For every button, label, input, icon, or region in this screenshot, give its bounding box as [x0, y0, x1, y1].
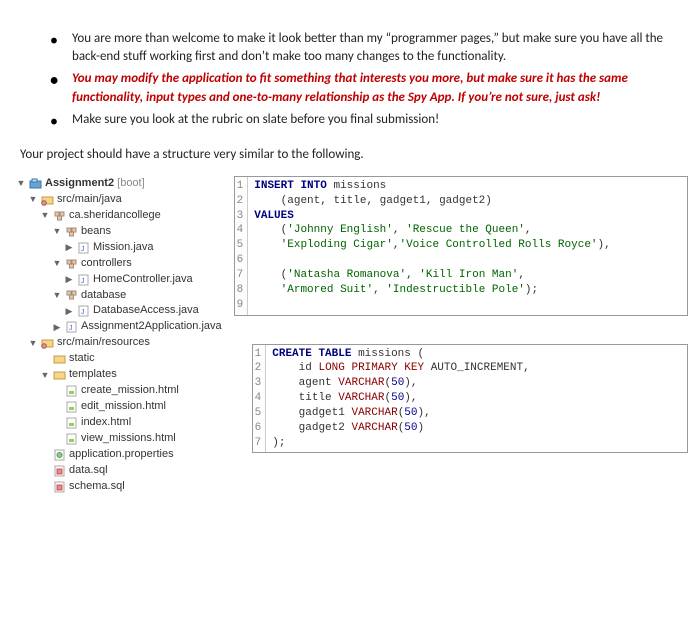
tree-label: application.properties [69, 447, 174, 463]
tree-file: data.sql [40, 463, 222, 479]
expand-icon: ▼ [52, 225, 62, 238]
tree-label: index.html [81, 415, 131, 431]
svg-text:J: J [81, 278, 85, 285]
collapse-icon: ▶ [52, 321, 62, 334]
tree-label: view_missions.html [81, 431, 176, 447]
code-content: INSERT INTO missions (agent, title, gadg… [248, 177, 616, 315]
tree-label: controllers [81, 256, 132, 272]
java-file-icon: J [77, 274, 90, 286]
java-file-icon: J [77, 242, 90, 254]
tree-label: database [81, 288, 126, 304]
tree-label: Assignment2 [45, 177, 114, 189]
tree-root: ▼ Assignment2 [boot] [16, 176, 222, 192]
html-file-icon [65, 433, 78, 445]
tree-file: index.html [52, 415, 222, 431]
tree-label: static [69, 351, 95, 367]
package-icon [65, 258, 78, 270]
tree-label: data.sql [69, 463, 108, 479]
tree-file: ▶ J HomeController.java [64, 272, 222, 288]
expand-icon: ▼ [40, 369, 50, 382]
expand-icon: ▼ [28, 337, 38, 350]
source-folder-icon [41, 194, 54, 206]
java-file-icon: J [77, 305, 90, 317]
tree-label-suffix: [boot] [117, 177, 145, 189]
tree-file: ▶ J Mission.java [64, 240, 222, 256]
html-file-icon [65, 417, 78, 429]
tree-package: ▼ beans [52, 224, 222, 240]
expand-icon: ▼ [52, 257, 62, 270]
folder-icon [53, 369, 66, 381]
tree-package: ▼ ca.sheridancollege [40, 208, 222, 224]
tree-folder: ▼ src/main/java [28, 192, 222, 208]
bullet-item: Make sure you look at the rubric on slat… [42, 111, 668, 129]
code-content: CREATE TABLE missions ( id LONG PRIMARY … [266, 345, 535, 453]
collapse-icon: ▶ [64, 273, 74, 286]
svg-text:J: J [69, 325, 73, 332]
java-file-icon: J [65, 321, 78, 333]
expand-icon: ▼ [52, 289, 62, 302]
tree-label: Assignment2Application.java [81, 319, 222, 335]
tree-label: edit_mission.html [81, 399, 166, 415]
instruction-list: You are more than welcome to make it loo… [42, 30, 668, 129]
html-file-icon [65, 401, 78, 413]
sql-insert-snippet: 1 2 3 4 5 6 7 8 9 INSERT INTO missions (… [234, 176, 688, 316]
sql-file-icon [53, 465, 66, 477]
tree-label: templates [69, 367, 117, 383]
tree-file: application.properties [40, 447, 222, 463]
tree-label: src/main/resources [57, 335, 150, 351]
tree-package: ▼ controllers [52, 256, 222, 272]
package-icon [65, 226, 78, 238]
expand-icon: ▼ [40, 209, 50, 222]
html-file-icon [65, 385, 78, 397]
project-tree: ▼ Assignment2 [boot] ▼ src/main/java ▼ c… [12, 176, 222, 495]
tree-file: create_mission.html [52, 383, 222, 399]
tree-label: HomeController.java [93, 272, 193, 288]
tree-file: edit_mission.html [52, 399, 222, 415]
tree-file: view_missions.html [52, 431, 222, 447]
tree-label: DatabaseAccess.java [93, 303, 199, 319]
sql-create-snippet: 1 2 3 4 5 6 7 CREATE TABLE missions ( id… [252, 344, 688, 454]
tree-label: beans [81, 224, 111, 240]
tree-folder: ▼ templates [40, 367, 222, 383]
package-icon [65, 289, 78, 301]
folder-icon [53, 353, 66, 365]
line-gutter: 1 2 3 4 5 6 7 8 9 [235, 177, 249, 315]
svg-text:J: J [81, 246, 85, 253]
tree-label: Mission.java [93, 240, 154, 256]
tree-label: schema.sql [69, 479, 125, 495]
package-icon [53, 210, 66, 222]
svg-text:J: J [81, 309, 85, 316]
source-folder-icon [41, 337, 54, 349]
collapse-icon: ▶ [64, 305, 74, 318]
properties-file-icon [53, 449, 66, 461]
bullet-item-warning: You may modify the application to fit so… [42, 70, 668, 106]
tree-label: create_mission.html [81, 383, 179, 399]
bullet-item: You are more than welcome to make it loo… [42, 30, 668, 66]
expand-icon: ▼ [28, 193, 38, 206]
tree-file: schema.sql [40, 479, 222, 495]
sql-file-icon [53, 481, 66, 493]
lead-paragraph: Your project should have a structure ver… [20, 147, 688, 162]
tree-file: ▶ J DatabaseAccess.java [64, 303, 222, 319]
tree-folder: ▼ src/main/resources [28, 335, 222, 351]
tree-package: ▼ database [52, 288, 222, 304]
tree-file: ▶ J Assignment2Application.java [52, 319, 222, 335]
line-gutter: 1 2 3 4 5 6 7 [253, 345, 267, 453]
expand-icon: ▼ [16, 177, 26, 190]
project-icon [29, 178, 42, 190]
tree-folder: static [40, 351, 222, 367]
tree-label: ca.sheridancollege [69, 208, 161, 224]
collapse-icon: ▶ [64, 241, 74, 254]
tree-label: src/main/java [57, 192, 122, 208]
